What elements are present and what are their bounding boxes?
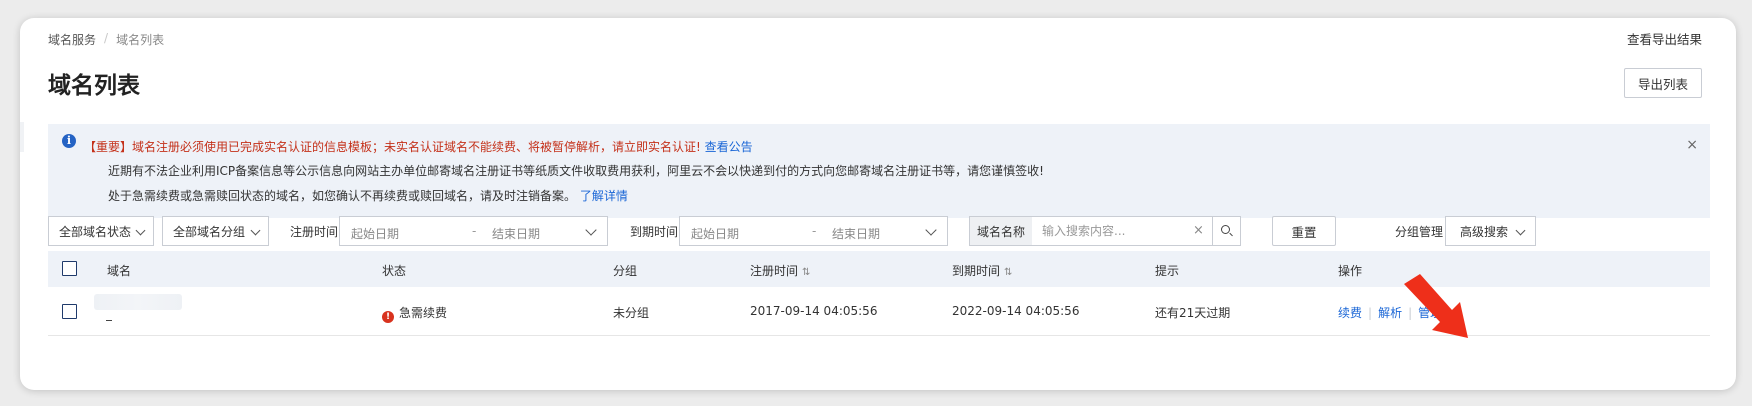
domain-group-select[interactable]: 全部域名分组 (162, 216, 269, 246)
notice-fraud-warning: 近期有不法企业利用ICP备案信息等公示信息向网站主办单位邮寄域名注册证书等纸质文… (108, 164, 1044, 178)
learn-more-link[interactable]: 了解详情 (580, 189, 628, 203)
reg-time-cell: 2017-09-14 04:05:56 (750, 304, 878, 318)
reg-date-range-picker[interactable]: 起始日期 - 结束日期 (339, 216, 608, 246)
page-title: 域名列表 (48, 73, 140, 99)
notice-important-text: 【重要】域名注册必须使用已完成实名认证的信息模板；未实名认证域名不能续费、将被暂… (84, 140, 701, 154)
chevron-down-icon (1515, 225, 1526, 236)
col-group: 分组 (613, 264, 638, 278)
domain-search-box: 域名名称 × (969, 216, 1241, 246)
search-button[interactable] (1212, 217, 1240, 245)
annotation-arrow-icon (1404, 274, 1468, 338)
notice-banner: i 【重要】域名注册必须使用已完成实名认证的信息模板；未实名认证域名不能续费、将… (48, 124, 1710, 218)
exp-time-label: 到期时间 (630, 225, 679, 239)
date-range-dash: - (472, 224, 477, 238)
chevron-down-icon (135, 225, 146, 236)
export-result-link[interactable]: 查看导出结果 (1627, 29, 1702, 48)
exp-date-range-picker[interactable]: 起始日期 - 结束日期 (679, 216, 948, 246)
col-exp-time[interactable]: 到期时间 ⇅ (952, 262, 1012, 279)
notice-renewal-line: 处于急需续费或急需赎回状态的域名，如您确认不再续费或赎回域名，请及时注销备案。 … (108, 187, 628, 204)
export-list-button[interactable]: 导出列表 (1624, 68, 1702, 98)
search-field-selector[interactable]: 域名名称 (970, 217, 1032, 245)
status-text: 急需续费 (399, 306, 448, 320)
chevron-down-icon[interactable] (585, 224, 597, 236)
col-reg-time[interactable]: 注册时间 ⇅ (750, 262, 810, 279)
clear-icon[interactable]: × (1193, 223, 1204, 238)
renew-link[interactable]: 续费 (1338, 306, 1362, 320)
exp-start-date[interactable]: 起始日期 (691, 225, 739, 242)
notice-important-line: 【重要】域名注册必须使用已完成实名认证的信息模板；未实名认证域名不能续费、将被暂… (84, 138, 753, 155)
sidebar-edge (20, 122, 24, 152)
col-domain: 域名 (107, 264, 132, 278)
domain-group-select-value: 全部域名分组 (173, 224, 246, 239)
notice-renewal-text: 处于急需续费或急需赎回状态的域名，如您确认不再续费或赎回域名，请及时注销备案。 (108, 189, 577, 203)
search-icon (1221, 225, 1230, 234)
col-reg-time-label: 注册时间 (750, 264, 799, 278)
row-checkbox[interactable] (62, 304, 77, 319)
chevron-down-icon (250, 225, 261, 236)
search-input[interactable] (1042, 221, 1192, 241)
filter-bar: 全部域名状态 全部域名分组 注册时间 起始日期 - 结束日期 到期时间 起始日期… (48, 216, 1710, 246)
col-hint: 提示 (1155, 264, 1180, 278)
breadcrumb-separator: / (104, 31, 109, 45)
col-status: 状态 (382, 264, 407, 278)
col-actions: 操作 (1338, 264, 1363, 278)
domain-status-select-value: 全部域名状态 (59, 224, 132, 239)
redacted-domain-name[interactable] (94, 294, 182, 310)
console-window: 域名服务 / 域名列表 查看导出结果 域名列表 导出列表 i 【重要】域名注册必… (20, 18, 1736, 390)
close-icon[interactable]: × (1686, 137, 1698, 153)
status-badge: ! 急需续费 (382, 304, 447, 323)
group-manage-link[interactable]: 分组管理 (1395, 223, 1443, 240)
exp-time-cell: 2022-09-14 04:05:56 (952, 304, 1080, 318)
reg-start-date[interactable]: 起始日期 (351, 225, 399, 242)
col-exp-time-label: 到期时间 (952, 264, 1001, 278)
reg-end-date[interactable]: 结束日期 (492, 225, 540, 242)
reg-time-label: 注册时间 (290, 225, 339, 239)
redacted-domain-mark (106, 320, 112, 321)
advanced-search-label: 高级搜索 (1460, 224, 1509, 239)
reset-button[interactable]: 重置 (1272, 216, 1336, 246)
breadcrumb-root[interactable]: 域名服务 (48, 31, 96, 48)
select-all-checkbox[interactable] (62, 261, 77, 276)
hint-cell: 还有21天过期 (1155, 306, 1231, 320)
exp-end-date[interactable]: 结束日期 (832, 225, 880, 242)
action-separator: | (1368, 306, 1373, 320)
chevron-down-icon[interactable] (925, 224, 937, 236)
date-range-dash: - (812, 224, 817, 238)
domain-status-select[interactable]: 全部域名状态 (48, 216, 154, 246)
group-cell: 未分组 (613, 306, 650, 320)
breadcrumb: 域名服务 / 域名列表 (48, 31, 164, 48)
sort-icon[interactable]: ⇅ (802, 267, 810, 278)
view-announcement-link[interactable]: 查看公告 (705, 140, 753, 154)
sort-icon[interactable]: ⇅ (1004, 267, 1012, 278)
advanced-search-button[interactable]: 高级搜索 (1445, 216, 1536, 246)
info-icon: i (62, 134, 76, 148)
breadcrumb-current: 域名列表 (116, 33, 165, 47)
warning-icon: ! (382, 311, 394, 323)
